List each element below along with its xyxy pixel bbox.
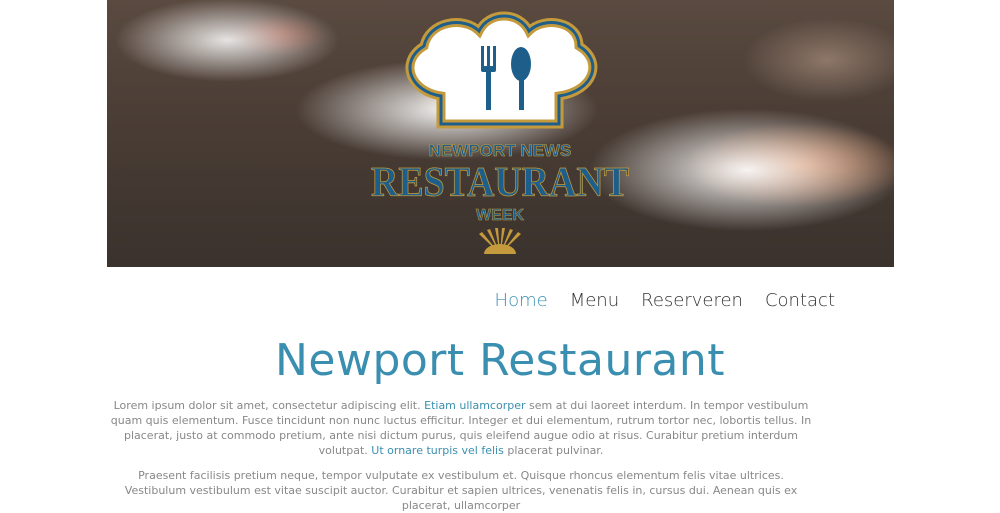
paragraph-text: placerat pulvinar. (503, 444, 604, 457)
second-paragraph: Praesent facilisis pretium neque, tempor… (124, 469, 798, 512)
nav-home[interactable]: Home (495, 290, 548, 311)
logo-line2: RESTAURANT (371, 160, 629, 206)
main-nav: Home Menu Reserveren Contact (495, 290, 835, 311)
intro-paragraph: Lorem ipsum dolor sit amet, consectetur … (108, 398, 814, 458)
sunburst-icon (479, 228, 521, 254)
nav-contact[interactable]: Contact (765, 290, 835, 311)
paragraph-text: Lorem ipsum dolor sit amet, consectetur … (113, 399, 425, 412)
nav-reserveren[interactable]: Reserveren (641, 290, 743, 311)
logo-line3: WEEK (476, 207, 524, 224)
restaurant-week-logo: NEWPORT NEWS RESTAURANT WEEK (371, 11, 629, 254)
page-title: Newport Restaurant (274, 335, 726, 386)
nav-menu[interactable]: Menu (570, 290, 619, 311)
logo-line1: NEWPORT NEWS (429, 141, 572, 160)
hero-banner: NEWPORT NEWS RESTAURANT WEEK (107, 0, 894, 267)
inline-link[interactable]: Etiam ullamcorper (424, 399, 525, 412)
inline-link[interactable]: Ut ornare turpis vel felis (371, 444, 504, 457)
chef-hat-icon (405, 11, 598, 129)
